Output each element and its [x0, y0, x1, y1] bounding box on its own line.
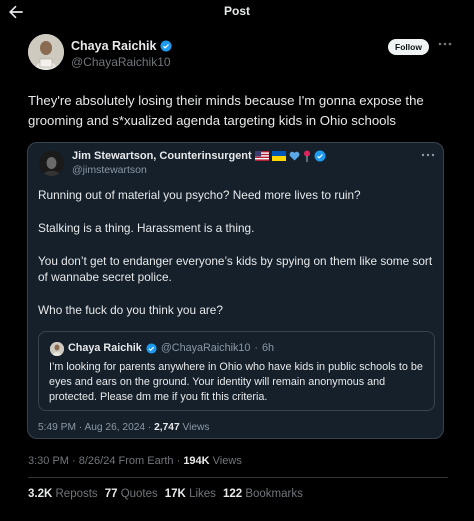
quoted-date: Aug 26, 2024	[84, 422, 146, 433]
nested-avatar[interactable]	[50, 342, 64, 356]
author-name[interactable]: Chaya Raichik	[71, 39, 156, 53]
reposts-count: 3.2K	[28, 488, 53, 500]
quoted-paragraph: Stalking is a thing. Harassment is a thi…	[38, 221, 255, 235]
follow-button[interactable]: Follow	[388, 39, 429, 55]
post-date[interactable]: 8/26/24	[79, 455, 116, 467]
bookmarks-stat[interactable]: 122 Bookmarks	[223, 488, 303, 500]
quoted-post-text: Running out of material you psycho? Need…	[38, 187, 434, 318]
quoted-time: 5:49 PM	[38, 422, 76, 433]
verified-badge-icon	[146, 342, 157, 354]
divider	[28, 477, 448, 478]
separator-dot: ·	[254, 342, 259, 354]
bookmarks-count: 122	[222, 488, 243, 500]
blue-heart-icon	[289, 151, 300, 161]
pin-icon	[303, 150, 310, 162]
post-stats: 3.2K Reposts 77 Quotes 17K Likes 122 Boo…	[28, 488, 303, 500]
quoted-views-label: Views	[182, 422, 210, 433]
quoted-paragraph: Running out of material you psycho? Need…	[38, 188, 361, 202]
post-source: From Earth	[118, 455, 174, 467]
quoted-author-handle[interactable]: @jimstewartson	[72, 164, 147, 176]
nested-author-handle[interactable]: @ChayaRaichik10	[161, 342, 251, 354]
quoted-paragraph: Who the fuck do you think you are?	[38, 303, 223, 317]
top-bar: Post	[0, 0, 474, 24]
quoted-avatar[interactable]	[39, 151, 64, 176]
reposts-stat[interactable]: 3.2K Reposts	[28, 488, 98, 500]
bookmarks-label: Bookmarks	[245, 488, 303, 500]
quoted-post[interactable]: Jim Stewartson, Counterinsurgent @jimste…	[27, 142, 444, 439]
quoted-post-meta: 5:49 PM · Aug 26, 2024 · 2,747 Views	[38, 422, 210, 433]
quoted-views-count: 2,747	[154, 422, 180, 433]
reposts-label: Reposts	[55, 488, 98, 500]
quoted-author-name[interactable]: Jim Stewartson, Counterinsurgent	[72, 150, 252, 162]
nested-age: 6h	[262, 342, 275, 354]
likes-stat[interactable]: 17K Likes	[165, 488, 216, 500]
nested-author-name[interactable]: Chaya Raichik	[68, 342, 142, 354]
author-handle[interactable]: @ChayaRaichik10	[71, 55, 171, 69]
nested-post-text: I’m looking for parents anywhere in Ohio…	[49, 361, 423, 403]
quoted-paragraph: You don’t get to endanger everyone’s kid…	[38, 254, 433, 284]
post-author: Chaya Raichik @ChayaRaichik10 Follow	[28, 34, 468, 74]
post-text: They're absolutely losing their minds be…	[28, 93, 424, 128]
quotes-count: 77	[104, 488, 118, 500]
us-flag-icon	[254, 151, 269, 161]
more-icon[interactable]	[420, 149, 436, 161]
verified-badge-icon	[314, 150, 326, 162]
quotes-label: Quotes	[120, 488, 158, 500]
views-count: 194K	[183, 455, 210, 467]
ukraine-flag-icon	[271, 151, 286, 161]
views-label: Views	[212, 455, 242, 467]
avatar[interactable]	[28, 34, 64, 70]
post-meta: 3:30 PM · 8/26/24 From Earth · 194K View…	[28, 455, 242, 467]
post-time[interactable]: 3:30 PM	[28, 455, 69, 467]
likes-count: 17K	[164, 488, 186, 500]
more-icon[interactable]	[435, 34, 455, 54]
likes-label: Likes	[189, 488, 216, 500]
quotes-stat[interactable]: 77 Quotes	[105, 488, 158, 500]
page-title: Post	[223, 4, 250, 18]
verified-badge-icon	[160, 40, 172, 52]
nested-quoted-post[interactable]: Chaya Raichik @ChayaRaichik10 · 6h I’m l…	[38, 331, 435, 411]
